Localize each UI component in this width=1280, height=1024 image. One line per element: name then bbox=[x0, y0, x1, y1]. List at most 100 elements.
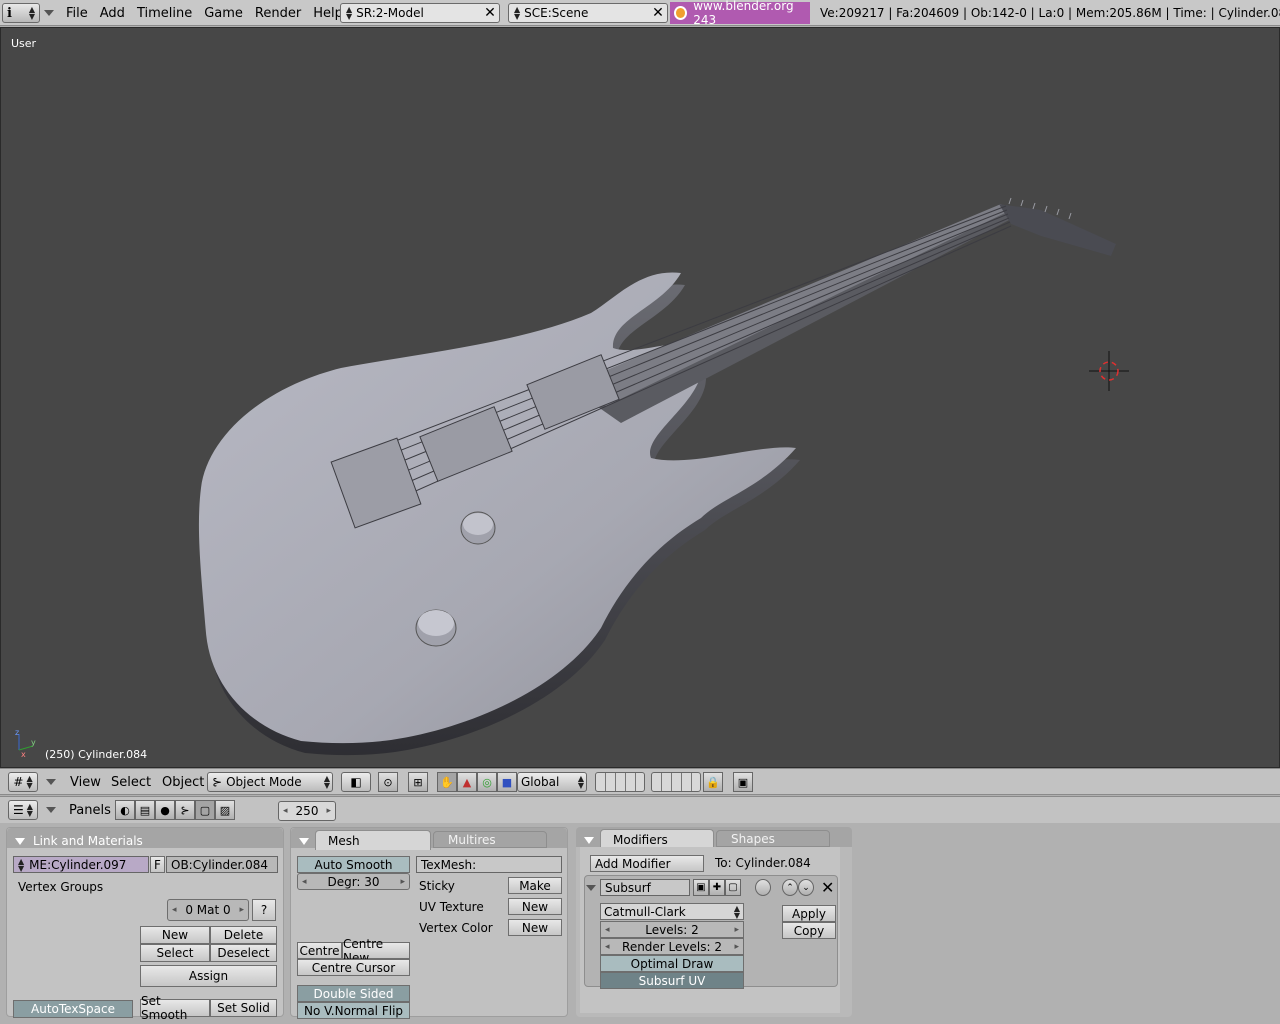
uv-texture-new-button[interactable]: New bbox=[508, 898, 562, 915]
left-arrow-icon[interactable]: ◂ bbox=[605, 942, 610, 952]
left-arrow-icon[interactable]: ◂ bbox=[283, 806, 288, 816]
assign-material-button[interactable]: Assign bbox=[140, 965, 277, 987]
pivot-icon[interactable]: ⊙ bbox=[378, 772, 398, 792]
move-down-icon[interactable]: ⌄ bbox=[798, 879, 814, 896]
triangle-down-icon[interactable] bbox=[46, 779, 56, 785]
left-arrow-icon[interactable]: ◂ bbox=[302, 877, 307, 887]
smooth-degree-field[interactable]: ◂ Degr: 30 ▸ bbox=[297, 873, 410, 890]
set-solid-button[interactable]: Set Solid bbox=[210, 999, 277, 1017]
lock-icon[interactable]: 🔒 bbox=[703, 772, 723, 792]
close-icon[interactable]: ✕ bbox=[481, 5, 499, 21]
mode-selector[interactable]: ⊱ Object Mode ▲ ▼ bbox=[207, 772, 333, 792]
menu-select[interactable]: Select bbox=[111, 769, 151, 796]
editor-type-button[interactable]: i ▲ ▼ bbox=[2, 3, 40, 23]
scene-selector[interactable]: ▲ ▼ SCE:Scene ✕ bbox=[508, 3, 668, 23]
right-arrow-icon[interactable]: ▸ bbox=[239, 905, 244, 915]
tab-shapes[interactable]: Shapes bbox=[716, 830, 830, 847]
centre-cursor-button[interactable]: Centre Cursor bbox=[297, 959, 410, 976]
menu-add[interactable]: Add bbox=[94, 6, 131, 21]
layer-buttons-row1[interactable] bbox=[595, 772, 645, 792]
3d-cursor-icon[interactable] bbox=[1089, 351, 1129, 391]
right-arrow-icon[interactable]: ▸ bbox=[734, 925, 739, 935]
menu-file[interactable]: File bbox=[60, 6, 94, 21]
menu-object[interactable]: Object bbox=[162, 769, 204, 796]
3d-viewport[interactable]: User z y x (250) Cylinder.084 bbox=[0, 27, 1280, 768]
copy-modifier-button[interactable]: Copy bbox=[782, 922, 836, 939]
render-levels-field[interactable]: ◂ Render Levels: 2 ▸ bbox=[600, 938, 744, 955]
rotate-icon[interactable]: ◎ bbox=[477, 772, 497, 792]
tab-modifiers[interactable]: Modifiers bbox=[600, 829, 714, 849]
centre-button[interactable]: Centre bbox=[297, 942, 342, 959]
autotexspace-toggle[interactable]: AutoTexSpace bbox=[13, 1000, 133, 1018]
expand-triangle-icon[interactable] bbox=[586, 885, 596, 891]
modifier-target-label: To: Cylinder.084 bbox=[715, 856, 811, 870]
cage-toggle-icon[interactable]: ▢ bbox=[725, 879, 741, 896]
screen-selector[interactable]: ▲ ▼ SR:2-Model ✕ bbox=[340, 3, 500, 23]
frame-number-field[interactable]: ◂ 250 ▸ bbox=[278, 801, 336, 821]
circle-toggle-icon[interactable] bbox=[755, 879, 771, 896]
translate-icon[interactable]: ▲ bbox=[457, 772, 477, 792]
frame-number: 250 bbox=[295, 804, 319, 818]
left-arrow-icon[interactable]: ◂ bbox=[172, 905, 177, 915]
close-icon[interactable]: ✕ bbox=[649, 5, 667, 21]
menu-render[interactable]: Render bbox=[249, 6, 307, 21]
no-vnormal-flip-toggle[interactable]: No V.Normal Flip bbox=[297, 1002, 410, 1019]
editing-icon[interactable]: ▢ bbox=[195, 800, 215, 820]
subsurf-uv-toggle[interactable]: Subsurf UV bbox=[600, 972, 744, 989]
menu-view[interactable]: View bbox=[70, 769, 101, 796]
right-arrow-icon[interactable]: ▸ bbox=[400, 877, 405, 887]
add-modifier-button[interactable]: Add Modifier bbox=[590, 855, 704, 872]
modifier-name-field[interactable]: Subsurf bbox=[600, 879, 690, 896]
subdivision-type-selector[interactable]: Catmull-Clark ▲ ▼ bbox=[600, 903, 744, 920]
move-up-icon[interactable]: ⌃ bbox=[782, 879, 798, 896]
deselect-material-button[interactable]: Deselect bbox=[210, 944, 277, 962]
orientation-selector[interactable]: Global ▲ ▼ bbox=[517, 772, 587, 792]
vertex-color-new-button[interactable]: New bbox=[508, 919, 562, 936]
apply-modifier-button[interactable]: Apply bbox=[782, 905, 836, 922]
centre-new-button[interactable]: Centre New bbox=[342, 937, 410, 965]
auto-smooth-toggle[interactable]: Auto Smooth bbox=[297, 856, 410, 873]
material-index-field[interactable]: ◂ 0 Mat 0 ▸ bbox=[167, 899, 249, 921]
tab-multires[interactable]: Multires bbox=[433, 831, 547, 848]
layer-buttons-row2[interactable] bbox=[651, 772, 701, 792]
snap-icon[interactable]: ⊞ bbox=[408, 772, 428, 792]
buttons-editor-button[interactable]: ☰ ▲ ▼ bbox=[8, 800, 38, 820]
optimal-draw-toggle[interactable]: Optimal Draw bbox=[600, 955, 744, 972]
collapse-menu-button[interactable] bbox=[44, 0, 54, 26]
levels-field[interactable]: ◂ Levels: 2 ▸ bbox=[600, 921, 744, 938]
menu-timeline[interactable]: Timeline bbox=[131, 6, 198, 21]
right-arrow-icon[interactable]: ▸ bbox=[326, 806, 331, 816]
script-icon[interactable]: ▤ bbox=[135, 800, 155, 820]
left-arrow-icon[interactable]: ◂ bbox=[605, 925, 610, 935]
sticky-make-button[interactable]: Make bbox=[508, 877, 562, 894]
new-material-button[interactable]: New bbox=[140, 926, 210, 944]
guitar-model[interactable] bbox=[1, 28, 1280, 768]
double-sided-toggle[interactable]: Double Sided bbox=[297, 985, 410, 1002]
editmode-toggle-icon[interactable]: ✚ bbox=[709, 879, 725, 896]
object-name-field[interactable]: OB:Cylinder.084 bbox=[166, 856, 278, 873]
blender-url-badge[interactable]: www.blender.org 243 bbox=[670, 0, 810, 27]
tab-mesh[interactable]: Mesh bbox=[315, 830, 431, 850]
delete-material-button[interactable]: Delete bbox=[210, 926, 277, 944]
hand-manipulator-icon[interactable]: ✋ bbox=[437, 772, 457, 792]
scale-icon[interactable]: ■ bbox=[497, 772, 517, 792]
texmesh-field[interactable]: TexMesh: bbox=[416, 856, 562, 873]
mesh-name-field[interactable]: ▲ ▼ ME:Cylinder.097 bbox=[13, 856, 149, 873]
right-arrow-icon[interactable]: ▸ bbox=[734, 942, 739, 952]
scene-icon[interactable]: ▨ bbox=[215, 800, 235, 820]
object-icon[interactable]: ⊱ bbox=[175, 800, 195, 820]
triangle-down-icon[interactable] bbox=[46, 807, 56, 813]
shading-icon[interactable]: ● bbox=[155, 800, 175, 820]
delete-modifier-icon[interactable]: ✕ bbox=[821, 878, 834, 897]
logic-icon[interactable]: ◐ bbox=[115, 800, 135, 820]
set-smooth-button[interactable]: Set Smooth bbox=[140, 994, 210, 1022]
draw-type-selector[interactable]: ◧ bbox=[341, 772, 371, 792]
render-toggle-icon[interactable]: ▣ bbox=[693, 879, 709, 896]
menu-game[interactable]: Game bbox=[198, 6, 249, 21]
select-material-button[interactable]: Select bbox=[140, 944, 210, 962]
material-help-button[interactable]: ? bbox=[252, 899, 276, 921]
grid-editor-button[interactable]: # ▲ ▼ bbox=[8, 772, 38, 792]
render-view-icon[interactable]: ▣ bbox=[733, 772, 753, 792]
panel-title[interactable]: Link and Materials bbox=[15, 832, 143, 850]
fake-user-button[interactable]: F bbox=[150, 856, 165, 873]
